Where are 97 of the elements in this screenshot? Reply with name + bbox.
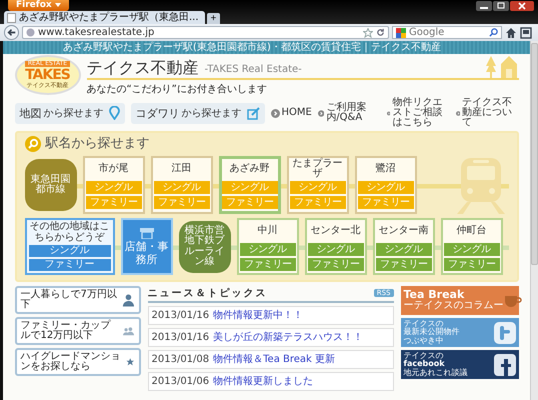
station-name: センター南: [378, 224, 430, 238]
shop-office-button[interactable]: 店舗・事務所: [120, 218, 172, 275]
room-type-button[interactable]: シングル: [376, 243, 432, 256]
news-date: 2013/01/16: [152, 309, 210, 322]
room-type-button[interactable]: シングル: [86, 181, 142, 194]
news-link[interactable]: 物件情報更新中！！: [213, 309, 304, 322]
station-name: 鷺沼: [374, 162, 396, 176]
browser-tab[interactable]: あざみ野駅やたまプラーザ駅（東急田...: [4, 11, 205, 24]
google-icon: [396, 28, 406, 38]
person-icon: [122, 293, 134, 307]
bookmarks-icon[interactable]: [520, 26, 534, 38]
news-link[interactable]: 物件情報更新しました: [213, 375, 314, 388]
maximize-icon[interactable]: [493, 1, 509, 11]
site-title: テイクス不動産: [86, 58, 198, 78]
station-name: 中川: [256, 224, 278, 238]
line-badge[interactable]: 東急田園都市線: [24, 159, 76, 211]
banner-text: Tea Break: [404, 289, 466, 302]
room-type-button[interactable]: ファミリー: [358, 196, 414, 209]
promo-banner[interactable]: テイクスの facebook 地元あれこれ談議: [400, 350, 518, 379]
quick-search-link[interactable]: ハイグレードマンションをお探しなら: [14, 348, 140, 376]
pencil-icon: [246, 106, 260, 120]
station-name: 仲町台: [456, 224, 488, 238]
nav-link[interactable]: ご利用案内/Q&A: [318, 103, 381, 123]
search-tab-button[interactable]: コダワリ から探せます: [130, 102, 264, 124]
room-type-button[interactable]: シングル: [290, 181, 346, 194]
room-type-button[interactable]: ファミリー: [28, 259, 110, 271]
promo-banner[interactable]: Tea Break ーテイクスのコラムー: [400, 286, 518, 315]
house-tree-icon: [484, 54, 518, 78]
minimize-icon[interactable]: [476, 1, 492, 11]
arrow-circle-icon: [270, 108, 280, 118]
banner-text: ーテイクスのコラムー: [404, 301, 504, 312]
room-type-button[interactable]: ファミリー: [86, 196, 142, 209]
tagline: あなたの“こだわり”にお付き合いします: [86, 83, 268, 96]
line-badge[interactable]: 横浜市営地下鉄ブルーライン線: [178, 220, 230, 272]
close-icon[interactable]: [510, 1, 534, 11]
nav-link[interactable]: テイクス不動産について: [456, 98, 519, 128]
room-type-button[interactable]: ファミリー: [222, 196, 278, 209]
room-type-button[interactable]: ファミリー: [444, 258, 500, 271]
scrollbar[interactable]: [530, 41, 538, 400]
promo-banner[interactable]: テイクスの 最新未公開物件 つぶやき中: [400, 318, 518, 347]
room-type-button[interactable]: ファミリー: [376, 258, 432, 271]
room-type-button[interactable]: ファミリー: [308, 258, 364, 271]
banner-text: 地元あれこれ談議: [404, 368, 468, 378]
station-name: あざみ野: [228, 162, 270, 176]
rounded-square-icon: [494, 322, 516, 344]
news-title: ニュース＆トピックス: [148, 286, 268, 300]
other-area-text: その他の地域はこちらからどうぞ: [28, 222, 110, 243]
banner-text: facebook: [404, 360, 446, 368]
room-type-button[interactable]: シングル: [358, 181, 414, 194]
station-name: 市が尾: [98, 162, 130, 176]
room-type-button[interactable]: シングル: [308, 243, 364, 256]
arrow-circle-icon: [386, 108, 390, 118]
search-icon[interactable]: [489, 28, 498, 37]
search-icon: [24, 136, 40, 152]
storefront-icon: [138, 227, 154, 240]
station-name: センター北: [310, 224, 362, 238]
arrow-circle-icon: [318, 108, 324, 118]
news-date: 2013/01/16: [152, 331, 210, 344]
quick-search-link[interactable]: 一人暮らしで7万円以下: [14, 286, 140, 314]
quick-search-link[interactable]: ファミリー・カップルで12万円以下: [14, 317, 140, 345]
site-subtitle: -TAKES Real Estate-: [204, 64, 302, 77]
room-type-button[interactable]: シングル: [240, 243, 296, 256]
map-pin-icon: [108, 106, 120, 120]
room-type-button[interactable]: ファミリー: [154, 196, 210, 209]
caret-icon: [54, 3, 61, 7]
banner-text: つぶやき中: [404, 336, 444, 346]
station-name: たまプラーザ: [292, 159, 344, 179]
panel-title: 駅名から探せます: [46, 136, 150, 152]
new-tab-button[interactable]: +: [206, 13, 220, 24]
news-date: 2013/01/08: [152, 353, 210, 366]
room-type-button[interactable]: シングル: [154, 181, 210, 194]
banner-text: テイクスの: [404, 352, 444, 360]
room-type-button[interactable]: ファミリー: [240, 258, 296, 271]
back-icon[interactable]: [4, 25, 19, 40]
room-type-button[interactable]: シングル: [444, 243, 500, 256]
news-link[interactable]: 美しが丘の新築テラスハウス！！: [213, 331, 364, 344]
arrow-circle-icon: [456, 108, 460, 118]
teacup-icon: [504, 294, 522, 308]
address-field[interactable]: www.takesrealestate.jp: [22, 26, 389, 39]
menu-button[interactable]: Firefox: [8, 0, 69, 11]
search-tab-button[interactable]: 地図 から探せます: [14, 102, 124, 124]
banner-text: 最新未公開物件: [404, 328, 460, 336]
news-date: 2013/01/06: [152, 375, 210, 388]
room-type-button[interactable]: ファミリー: [290, 196, 346, 209]
room-type-button[interactable]: シングル: [222, 181, 278, 194]
star-icon[interactable]: [363, 28, 373, 38]
rounded-square-icon: [494, 354, 516, 376]
room-type-button[interactable]: シングル: [28, 245, 110, 257]
search-bar[interactable]: Google: [392, 26, 502, 39]
reload-icon[interactable]: [376, 28, 385, 37]
banner-text: テイクスの: [404, 320, 444, 328]
news-link[interactable]: 物件情報＆Tea Break 更新: [213, 353, 336, 366]
home-icon[interactable]: [505, 26, 517, 38]
station-name: 江田: [170, 162, 192, 176]
nav-link[interactable]: 物件リクエストご相談はこちら: [386, 98, 450, 128]
banner-text: あざみ野駅やたまプラーザ駅(東急田園都市線)・都筑区の賃貸住宅｜テイクス不動産: [63, 42, 441, 53]
nav-link[interactable]: HOME: [270, 108, 312, 118]
